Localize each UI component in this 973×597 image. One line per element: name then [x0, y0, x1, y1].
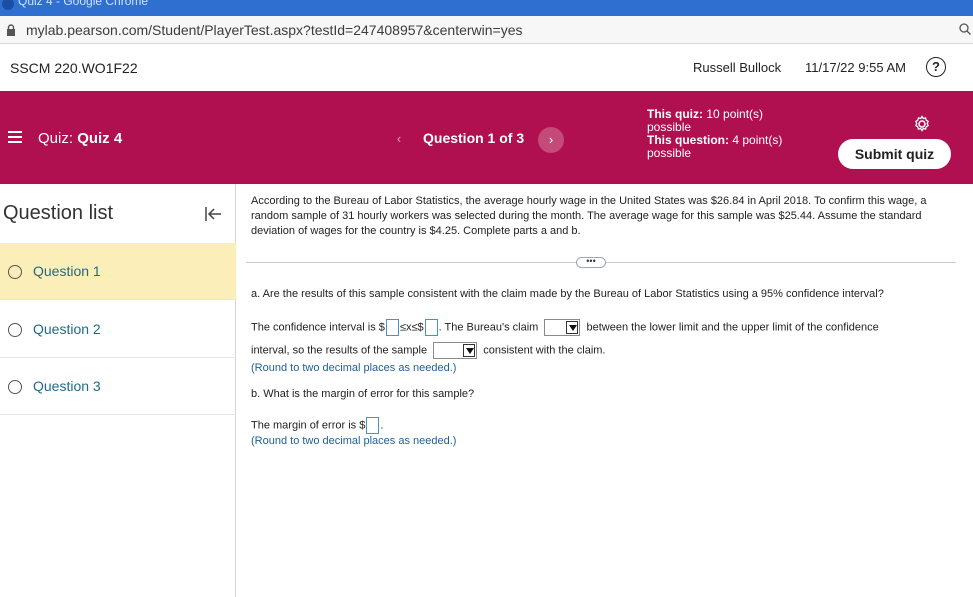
rounding-hint: (Round to two decimal places as needed.): [251, 362, 457, 374]
question-list-title: Question list: [3, 202, 114, 224]
expand-more-button[interactable]: •••: [576, 257, 606, 268]
course-title: SSCM 220.WO1F22: [10, 60, 138, 76]
ci-prefix: The confidence interval is $: [251, 321, 385, 334]
quiz-name: Quiz 4: [77, 130, 123, 147]
question-prompt: According to the Bureau of Labor Statist…: [251, 195, 927, 237]
question-points: This question: 4 point(s) possible: [647, 133, 783, 160]
ci-suffix: . The Bureau's claim: [438, 321, 539, 334]
radio-icon: [8, 323, 22, 337]
url-text[interactable]: mylab.pearson.com/Student/PlayerTest.asp…: [26, 22, 523, 38]
user-name: Russell Bullock: [693, 60, 782, 75]
menu-icon[interactable]: [8, 131, 22, 143]
line2-suffix: consistent with the claim.: [483, 344, 606, 357]
dropdown-arrow-icon: [463, 344, 476, 357]
quiz-header: Quiz: Quiz 4 ‹ Question 1 of 3 › This qu…: [0, 91, 973, 184]
screen: Quiz 4 - Google Chrome mylab.pearson.com…: [0, 0, 973, 597]
moe-line: The margin of error is $.: [251, 417, 383, 434]
lock-icon: [7, 24, 15, 36]
claim-suffix: between the lower limit and the upper li…: [586, 321, 879, 334]
part-b-text: b. What is the margin of error for this …: [251, 388, 475, 400]
course-bar: SSCM 220.WO1F22 Russell Bullock 11/17/22…: [0, 44, 973, 91]
radio-icon: [8, 380, 22, 394]
moe-prefix: The margin of error is $: [251, 419, 366, 432]
submit-quiz-button[interactable]: Submit quiz: [838, 139, 951, 169]
consistency-line: interval, so the results of the sample c…: [251, 342, 606, 359]
date-time: 11/17/22 9:55 AM: [805, 60, 906, 75]
pearson-icon: [2, 0, 14, 10]
question-list-item[interactable]: Question 2: [0, 301, 236, 358]
ci-middle: ≤x≤$: [399, 321, 424, 334]
moe-suffix: .: [380, 419, 384, 432]
consistency-dropdown[interactable]: [433, 342, 478, 359]
quiz-prefix: Quiz:: [38, 130, 74, 147]
ci-upper-input[interactable]: [424, 319, 438, 336]
help-icon[interactable]: ?: [926, 57, 946, 77]
ci-lower-input[interactable]: [385, 319, 399, 336]
question-content: According to the Bureau of Labor Statist…: [236, 184, 973, 597]
question-item-label: Question 1: [33, 263, 101, 279]
dropdown-arrow-icon: [566, 321, 579, 334]
question-item-label: Question 2: [33, 321, 101, 337]
next-question-button[interactable]: ›: [538, 127, 564, 153]
previous-question-button[interactable]: ‹: [388, 128, 410, 150]
question-list-item[interactable]: Question 3: [0, 358, 236, 415]
quiz-points: This quiz: 10 point(s) possible: [647, 107, 764, 134]
address-bar[interactable]: mylab.pearson.com/Student/PlayerTest.asp…: [0, 16, 973, 44]
rounding-hint: (Round to two decimal places as needed.): [251, 435, 457, 447]
quiz-title: Quiz: Quiz 4: [38, 130, 122, 147]
radio-icon: [8, 265, 22, 279]
claim-dropdown[interactable]: [544, 319, 581, 336]
window-title: Quiz 4 - Google Chrome: [18, 0, 149, 8]
zoom-icon[interactable]: [959, 23, 971, 35]
gear-icon[interactable]: [912, 114, 932, 134]
question-list-item[interactable]: Question 1: [0, 243, 236, 300]
question-counter[interactable]: Question 1 of 3: [423, 130, 524, 146]
ci-line: The confidence interval is $ ≤x≤$ . The Bu…: [251, 319, 879, 336]
moe-input[interactable]: [366, 417, 380, 434]
line2-prefix: interval, so the results of the sample: [251, 344, 428, 357]
browser-title-bar: Quiz 4 - Google Chrome: [0, 0, 973, 16]
points-info: This quiz: 10 point(s) possible This que…: [647, 108, 807, 160]
question-list-panel: Question list Question 1 Question 2 Ques…: [0, 184, 236, 597]
question-item-label: Question 3: [33, 378, 101, 394]
part-a-text: a. Are the results of this sample consis…: [251, 288, 884, 300]
collapse-panel-icon[interactable]: [203, 204, 223, 224]
